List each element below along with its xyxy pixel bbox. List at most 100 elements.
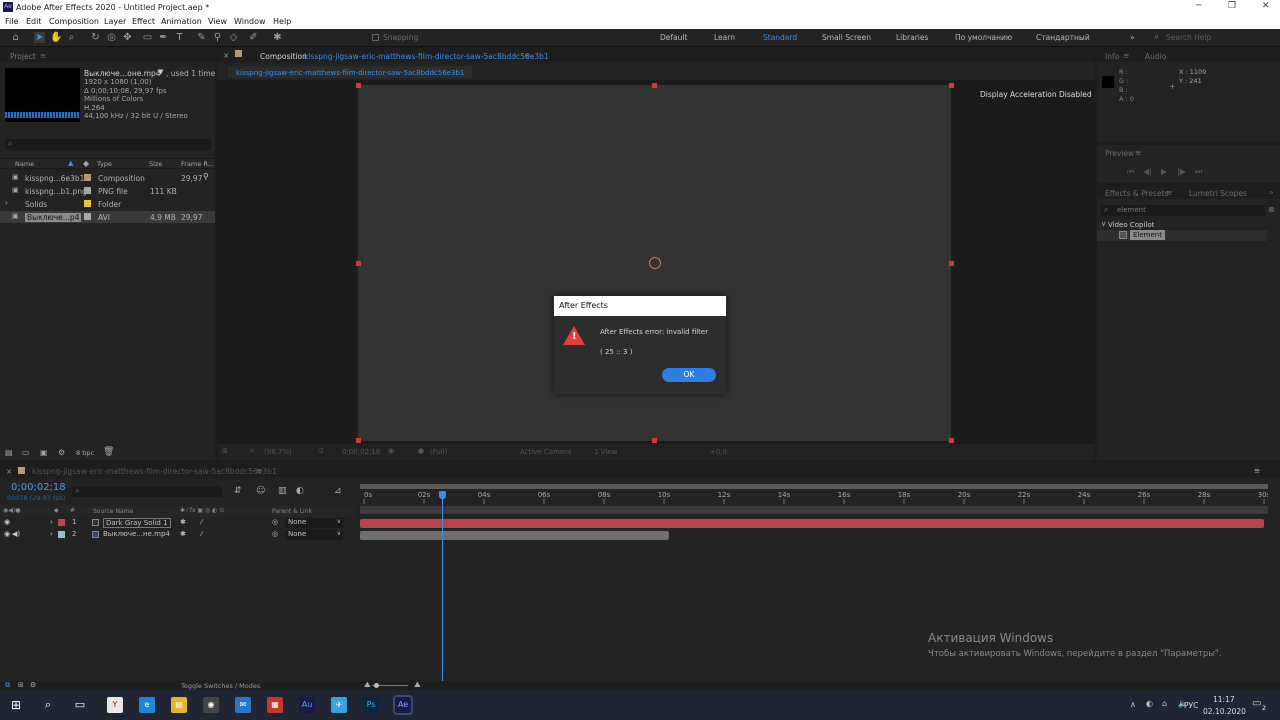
column-source-name[interactable]: Source Name <box>93 508 133 515</box>
tray-app-icon[interactable]: ◐ <box>1146 699 1153 708</box>
breadcrumb[interactable]: kisspng-jigsaw-eric-matthews-film-direct… <box>228 66 473 78</box>
bit-depth-button[interactable]: 8 bpc <box>76 449 94 457</box>
close-tab-icon[interactable]: × <box>223 51 229 60</box>
shy-switch-icon[interactable]: ✱ <box>180 530 186 538</box>
handle-tl[interactable] <box>356 83 361 88</box>
label-color-swatch[interactable] <box>84 213 91 220</box>
flowchart-icon[interactable]: ⚙ <box>58 448 65 457</box>
eraser-tool-icon[interactable]: ◇ <box>228 32 239 43</box>
project-item[interactable]: ▣ kisspng...b1.png PNG file 111 KB <box>0 185 215 197</box>
menu-composition[interactable]: Composition <box>49 17 99 26</box>
workspace-small-screen[interactable]: Small Screen <box>822 33 871 42</box>
new-folder-icon[interactable]: ▭ <box>22 448 30 457</box>
handle-tm[interactable] <box>652 83 657 88</box>
first-frame-icon[interactable]: ⏮ <box>1127 167 1134 177</box>
clone-stamp-icon[interactable]: ⚲ <box>212 32 223 43</box>
toggle-switches-modes[interactable]: Toggle Switches / Modes <box>181 682 260 690</box>
layer-duration-bar[interactable] <box>360 531 670 540</box>
type-tool-icon[interactable]: T <box>174 32 185 43</box>
layer-name[interactable]: Dark Gray Solid 1 <box>103 518 171 528</box>
clear-search-icon[interactable]: ⊗ <box>1268 205 1275 214</box>
show-channel-icon[interactable]: ● <box>418 447 424 455</box>
next-frame-icon[interactable]: |▶ <box>1177 167 1186 176</box>
draft-3d-icon[interactable]: ⇵ <box>234 486 242 496</box>
rectangle-tool-icon[interactable]: ▭ <box>142 32 153 43</box>
lock-icon[interactable] <box>235 50 242 57</box>
camera-tool-icon[interactable]: ◎ <box>106 32 117 43</box>
panel-menu-icon[interactable]: ≡ <box>1135 148 1141 157</box>
flowchart-icon[interactable]: ⚲ <box>203 172 209 181</box>
pickwhip-icon[interactable]: ◎ <box>272 518 278 526</box>
minimize-button[interactable]: ─ <box>1196 1 1201 11</box>
zoom-slider-thumb[interactable] <box>374 683 379 688</box>
time-ruler[interactable]: 0s 02s 04s 06s 08s 10s 12s 14s 16s 18s 20s 22s 24s 26… <box>360 484 1268 504</box>
pan-behind-icon[interactable]: ✥ <box>122 32 133 43</box>
snapshot-icon[interactable]: ◉ <box>388 447 394 455</box>
tab-info[interactable]: Info <box>1105 52 1119 61</box>
footage-dropdown-icon[interactable]: ▼ <box>158 68 163 76</box>
transfer-controls-icon[interactable]: ⊞ <box>18 681 24 689</box>
panel-menu-icon[interactable]: ≡ <box>1166 188 1172 197</box>
workspace-more-icon[interactable]: » <box>1130 33 1135 42</box>
handle-mr[interactable] <box>949 261 954 266</box>
project-item[interactable]: ▣ kisspng...6e3b1 Composition 29,97 ⚲ <box>0 172 215 184</box>
expand-icon[interactable]: ∨ <box>1101 220 1106 228</box>
quality-switch-icon[interactable]: ⁄ <box>201 518 202 526</box>
file-explorer-icon[interactable]: ▤ <box>171 697 187 713</box>
breadcrumb-comp[interactable]: kisspng-jigsaw-eric-matthews-film-direct… <box>236 69 464 77</box>
delete-icon[interactable]: 🗑 <box>103 447 114 457</box>
menu-layer[interactable]: Layer <box>104 17 126 26</box>
layer-switches-icon[interactable]: ⧉ <box>5 681 10 690</box>
brush-tool-icon[interactable]: ✎ <box>196 32 207 43</box>
after-effects-icon[interactable]: Ae <box>393 695 413 715</box>
safe-zone-icon[interactable]: ⌗ <box>250 447 254 456</box>
audio-icon[interactable]: ◀) <box>12 530 20 538</box>
notifications-icon[interactable]: ▭ <box>1252 698 1261 709</box>
tab-effects-presets[interactable]: Effects & Presets <box>1105 189 1168 198</box>
store-icon[interactable]: ◉ <box>203 697 219 713</box>
timecode-display[interactable]: 0;00;02;18 <box>342 448 380 456</box>
effect-item-label[interactable]: Element <box>1130 230 1165 240</box>
edge-icon[interactable]: e <box>139 697 155 713</box>
more-tabs-icon[interactable]: » <box>1269 188 1274 197</box>
footage-name[interactable]: Выключе…оне.mp4 <box>84 69 161 78</box>
handle-br[interactable] <box>949 438 954 443</box>
motion-blur-icon[interactable]: ◐ <box>296 486 304 496</box>
menu-animation[interactable]: Animation <box>161 17 202 26</box>
tab-lumetri-scopes[interactable]: Lumetri Scopes <box>1189 189 1247 198</box>
effects-category[interactable]: Video Copilot <box>1108 221 1154 229</box>
start-button[interactable]: ⊞ <box>8 697 24 713</box>
composition-tab-name[interactable]: kisspng-jigsaw-eric-matthews-film-direct… <box>304 52 549 61</box>
timing-icon[interactable]: ⚙ <box>30 681 36 689</box>
prev-frame-icon[interactable]: ◀| <box>1143 167 1152 176</box>
menu-edit[interactable]: Edit <box>26 17 42 26</box>
column-frame-rate[interactable]: Frame R... <box>181 160 214 168</box>
zoom-in-icon[interactable]: ⛰ <box>414 680 421 690</box>
column-parent-link[interactable]: Parent & Link <box>272 508 312 515</box>
layer-row[interactable]: ◉ ◀) › 2 Выключе...не.mp4 ✱ ⁄ ◎ None ∨ <box>0 529 356 541</box>
layer-label-swatch[interactable] <box>58 531 65 538</box>
clock-time[interactable]: 11:17 <box>1213 695 1235 704</box>
close-tab-icon[interactable]: × <box>6 467 12 476</box>
tab-audio[interactable]: Audio <box>1145 52 1166 61</box>
shy-layers-icon[interactable]: ☺ <box>256 486 265 496</box>
resolution-dropdown[interactable]: (Full) <box>430 448 447 456</box>
panel-menu-icon[interactable]: ≡ <box>1123 51 1129 60</box>
frame-blending-icon[interactable]: ▥ <box>278 486 287 496</box>
workspace-standard[interactable]: Standard <box>763 33 797 42</box>
mail-icon[interactable]: ✉ <box>235 697 251 713</box>
project-item[interactable]: › Solids Folder <box>0 198 215 210</box>
layer-search-input[interactable]: ⌕ <box>72 486 222 497</box>
restore-button[interactable]: ❐ <box>1228 1 1236 11</box>
label-color-swatch[interactable] <box>84 174 91 181</box>
graph-editor-icon[interactable]: ⊿ <box>334 486 342 496</box>
workspace-libraries[interactable]: Libraries <box>896 33 928 42</box>
ok-button[interactable]: OK <box>662 368 716 382</box>
label-color-swatch[interactable] <box>84 200 91 207</box>
composition-tab-label[interactable]: Composition <box>260 52 307 61</box>
project-search-input[interactable]: ⌕ <box>5 139 211 150</box>
clock-date[interactable]: 02.10.2020 <box>1203 707 1246 716</box>
timeline-tab-label[interactable]: kisspng-jigsaw-eric-matthews-film-direct… <box>32 467 277 476</box>
new-composition-icon[interactable]: ▣ <box>40 448 48 457</box>
column-type[interactable]: Type <box>97 160 112 168</box>
